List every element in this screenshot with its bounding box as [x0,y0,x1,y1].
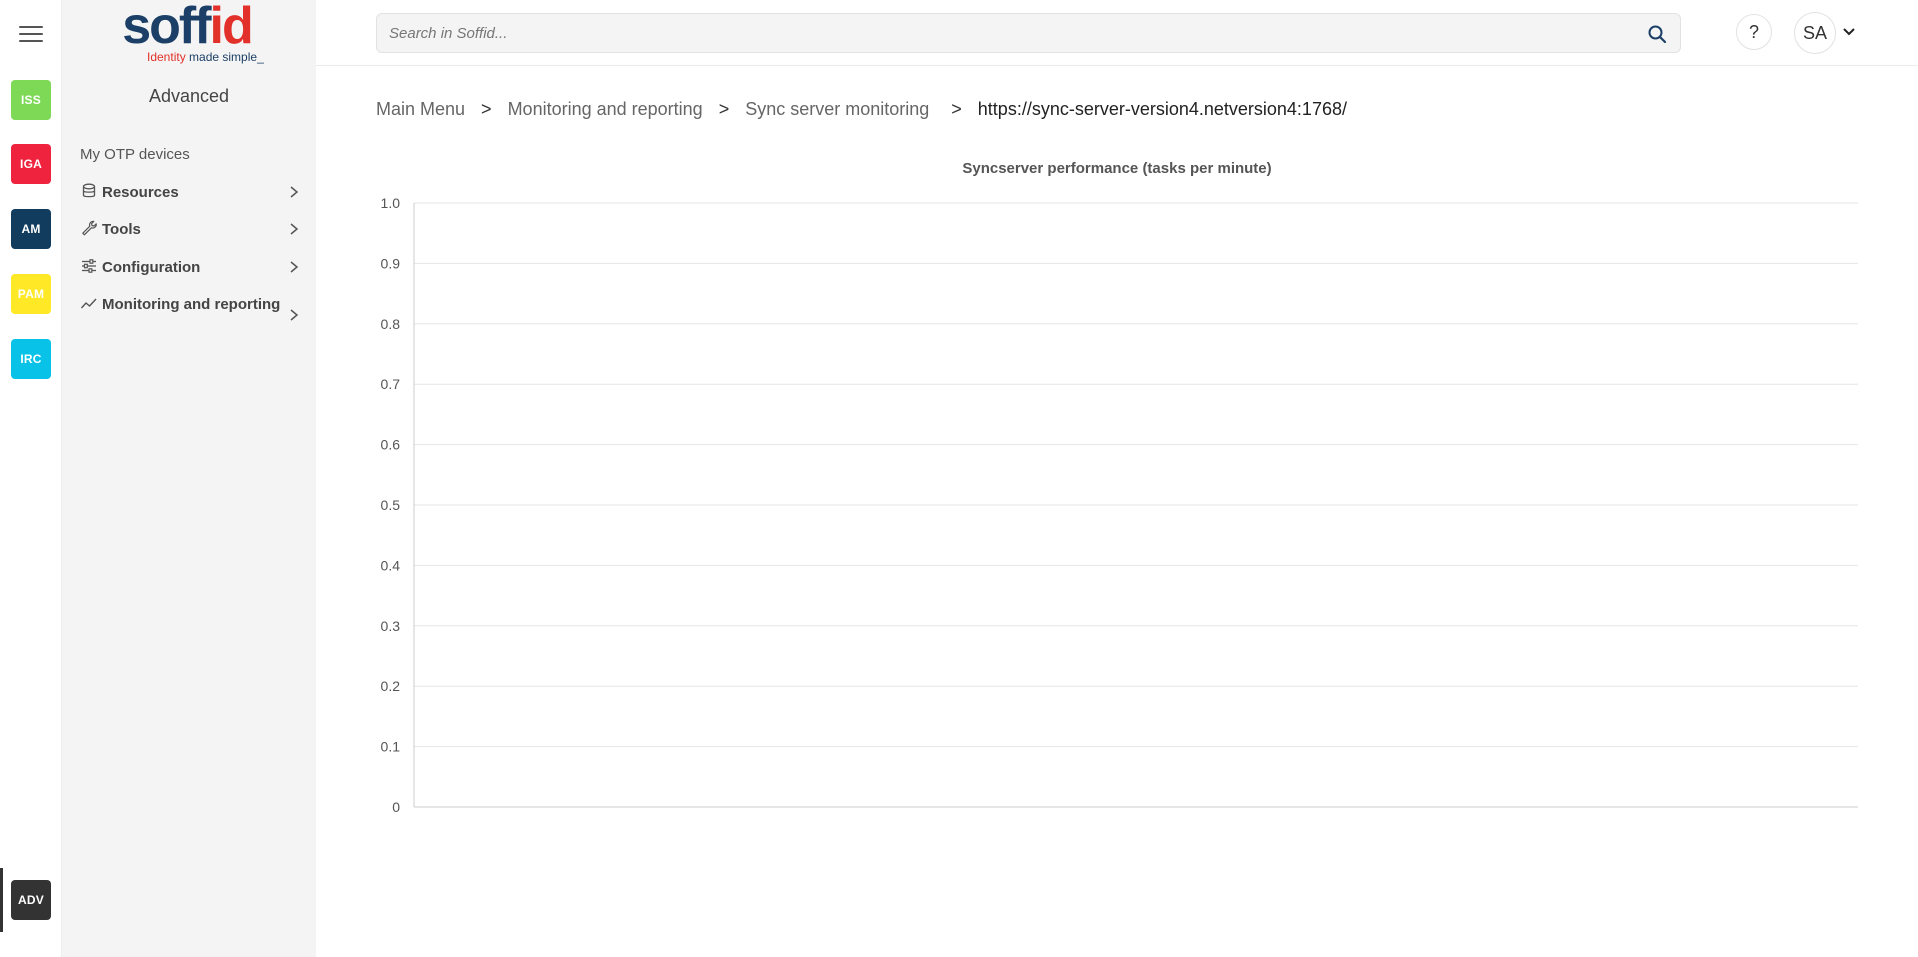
breadcrumb-separator: > [718,98,730,119]
module-iss-button[interactable]: ISS [11,80,51,120]
module-pam-button[interactable]: PAM [11,274,51,314]
menu-toggle-icon[interactable] [19,26,43,46]
sidebar: soffid Identity made simple_ Advanced My… [62,0,316,957]
chevron-right-icon [290,186,299,198]
sidebar-item-label: My OTP devices [80,146,190,163]
breadcrumb-main-menu[interactable]: Main Menu [376,99,465,120]
breadcrumb-current-server: https://sync-server-version4.netversion4… [977,98,1347,119]
sidebar-item-tools[interactable]: Tools [80,219,310,241]
breadcrumb: Main Menu > Monitoring and reporting > S… [376,98,1347,120]
sidebar-item-label: Tools [102,221,141,238]
module-irc-button[interactable]: IRC [11,339,51,379]
y-tick-label: 0.7 [381,376,401,392]
module-rail: ISS IGA AM PAM IRC ADV [0,0,62,957]
search-box [376,13,1681,53]
y-tick-label: 0.3 [381,618,401,634]
chart-title: Syncserver performance (tasks per minute… [962,160,1272,177]
sidebar-item-monitoring-and-reporting[interactable]: Monitoring and reporting [80,294,310,321]
sidebar-item-label: Configuration [102,259,201,276]
y-tick-label: 0.1 [381,739,401,755]
wrench-icon [82,220,97,236]
sidebar-item-my-otp-devices[interactable]: My OTP devices [80,144,310,166]
database-icon [82,183,96,198]
search-icon[interactable] [1647,24,1667,44]
module-adv-button[interactable]: ADV [11,880,51,920]
breadcrumb-sync-server-monitoring[interactable]: Sync server monitoring [745,99,929,120]
y-tick-label: 0.5 [381,497,401,513]
module-iga-button[interactable]: IGA [11,144,51,184]
y-tick-label: 0.8 [381,316,401,332]
app-window: ISS IGA AM PAM IRC ADV soffid Identity m… [0,0,1918,957]
breadcrumb-separator: > [951,98,962,119]
sidebar-heading: Advanced [148,86,230,106]
user-avatar[interactable]: SA [1794,12,1836,54]
y-tick-label: 0.6 [381,437,401,453]
y-tick-label: 0.4 [381,557,401,573]
y-tick-label: 0.9 [381,255,401,271]
top-bar: ? SA [316,0,1918,66]
y-tick-label: 0 [392,799,400,815]
chevron-right-icon [290,261,299,273]
breadcrumb-separator: > [481,98,492,119]
sidebar-item-configuration[interactable]: Configuration [80,257,310,279]
chevron-right-icon [290,309,299,321]
chevron-down-icon[interactable] [1842,26,1856,38]
sidebar-item-label: Monitoring and reporting [102,296,281,313]
performance-chart: 0 0.1 0.2 0.3 0.4 0.5 0.6 0.7 0.8 0.9 1.0 [381,195,1858,815]
breadcrumb-monitoring-and-reporting[interactable]: Monitoring and reporting [508,99,703,120]
module-am-button[interactable]: AM [11,209,51,249]
chevron-right-icon [290,223,299,235]
trend-icon [80,298,97,309]
sidebar-item-label: Resources [102,184,179,201]
sidebar-item-resources[interactable]: Resources [80,182,310,204]
help-button[interactable]: ? [1736,14,1772,50]
search-input[interactable] [389,22,1629,44]
y-tick-label: 0.2 [381,678,401,694]
y-tick-label: 1.0 [381,195,401,211]
sliders-icon [82,259,96,273]
soffid-logo: soffid Identity made simple_ [122,0,264,64]
